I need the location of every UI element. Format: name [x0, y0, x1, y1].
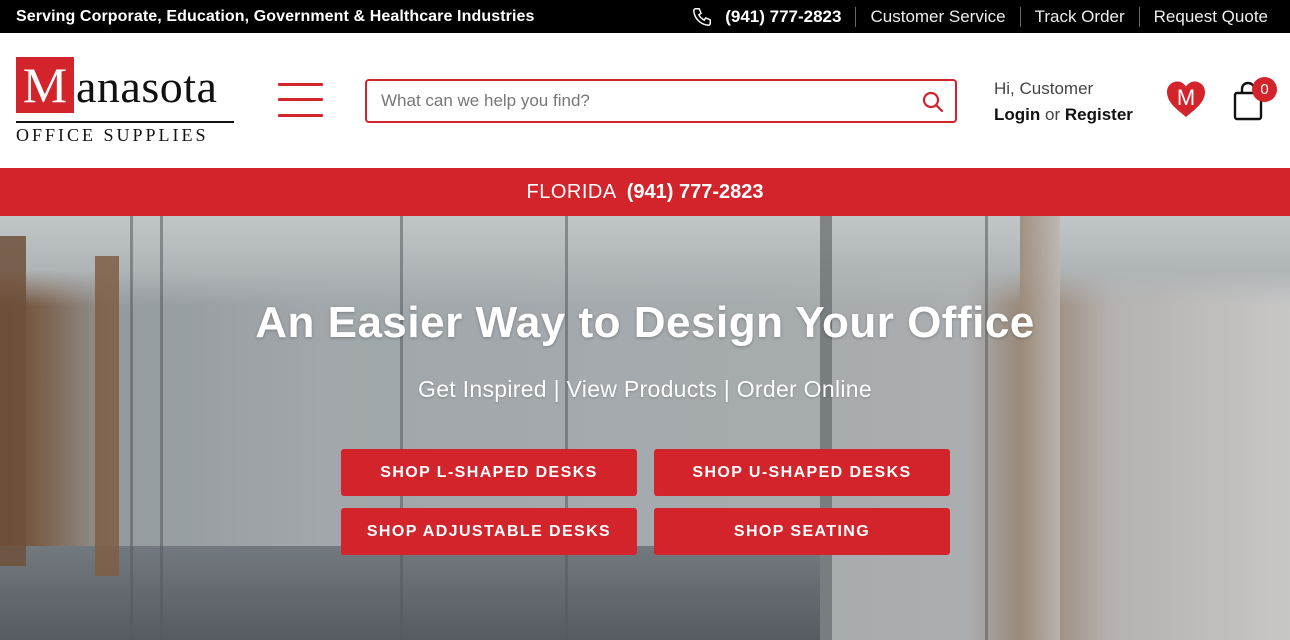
shop-l-shaped-desks-button[interactable]: SHOP L-SHAPED DESKS — [341, 449, 637, 496]
register-link[interactable]: Register — [1065, 105, 1133, 124]
shop-u-shaped-desks-button[interactable]: SHOP U-SHAPED DESKS — [654, 449, 950, 496]
logo-name: anasota — [76, 61, 218, 112]
cart-count-badge: 0 — [1252, 77, 1277, 102]
top-phone[interactable]: (941) 777-2823 — [691, 6, 841, 28]
search-bar — [365, 79, 957, 123]
top-bar: Serving Corporate, Education, Government… — [0, 0, 1290, 33]
industries-tagline: Serving Corporate, Education, Government… — [16, 7, 535, 25]
account-area: Hi, Customer Login or Register — [994, 76, 1133, 128]
logo-rule — [16, 121, 234, 123]
hero-section: An Easier Way to Design Your Office Get … — [0, 216, 1290, 640]
site-header: M anasota OFFICE SUPPLIES Hi, Customer L… — [0, 33, 1290, 168]
hero-subtitle: Get Inspired | View Products | Order Onl… — [418, 376, 872, 402]
search-input[interactable] — [367, 81, 907, 121]
login-link[interactable]: Login — [994, 105, 1040, 124]
shop-seating-button[interactable]: SHOP SEATING — [654, 508, 950, 555]
hamburger-icon[interactable] — [278, 81, 323, 121]
top-phone-number[interactable]: (941) 777-2823 — [725, 7, 841, 27]
wishlist-button[interactable]: M — [1164, 79, 1208, 121]
track-order-link[interactable]: Track Order — [1021, 7, 1139, 27]
search-icon[interactable] — [921, 90, 945, 114]
banner-phone[interactable]: (941) 777-2823 — [627, 181, 764, 204]
phone-icon — [691, 6, 713, 28]
cart-button[interactable]: 0 — [1230, 77, 1278, 123]
shop-adjustable-desks-button[interactable]: SHOP ADJUSTABLE DESKS — [341, 508, 637, 555]
request-quote-link[interactable]: Request Quote — [1140, 7, 1274, 27]
or-text: or — [1045, 105, 1061, 124]
hero-title: An Easier Way to Design Your Office — [255, 298, 1035, 347]
top-bar-links: (941) 777-2823 Customer Service Track Or… — [691, 0, 1274, 33]
customer-service-link[interactable]: Customer Service — [856, 7, 1019, 27]
banner-state: FLORIDA — [526, 180, 617, 203]
greeting: Hi, Customer — [994, 79, 1094, 98]
logo-initial: M — [16, 57, 74, 113]
logo-subtitle: OFFICE SUPPLIES — [16, 125, 209, 145]
hero-overlay — [0, 216, 1290, 640]
phone-banner: FLORIDA (941) 777-2823 — [0, 168, 1290, 216]
wishlist-letter: M — [1176, 85, 1196, 110]
auth-links: Login or Register — [994, 102, 1133, 128]
site-logo[interactable]: M anasota OFFICE SUPPLIES — [16, 57, 236, 145]
